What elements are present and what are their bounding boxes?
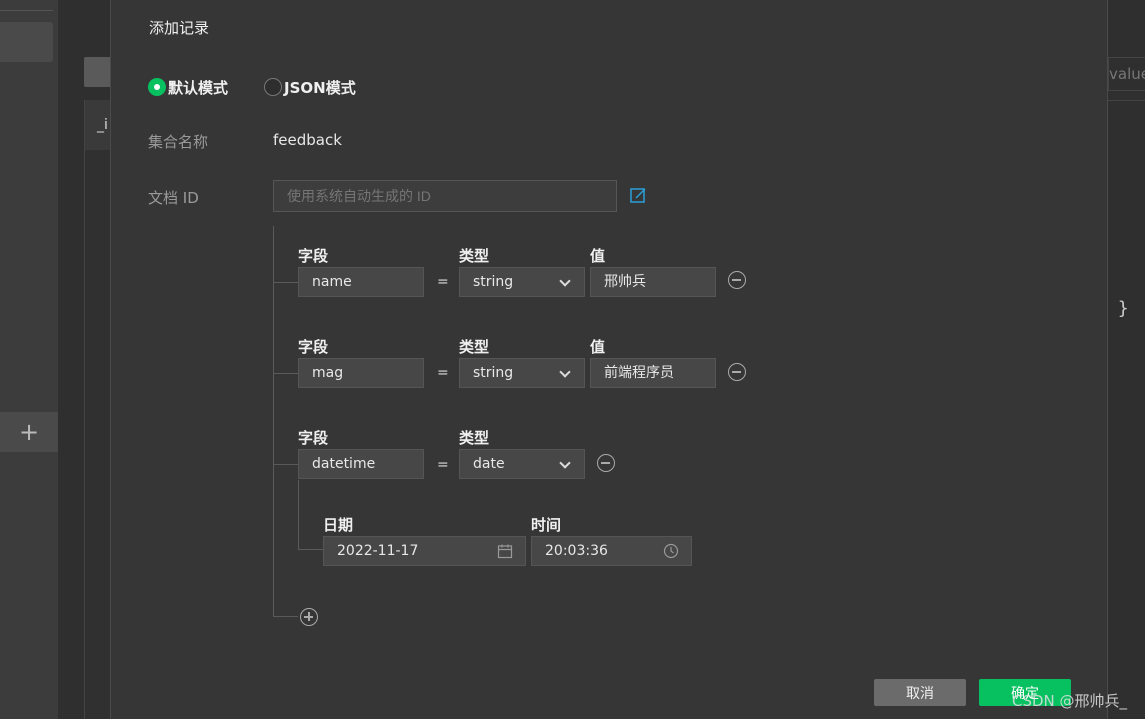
field-header: 字段: [298, 247, 329, 265]
time-value: 20:03:36: [545, 543, 608, 559]
remove-field-icon[interactable]: [728, 271, 746, 289]
field-type-select[interactable]: date: [459, 449, 585, 479]
background-search-input: value: [1108, 57, 1145, 91]
mode-json-radio[interactable]: JSON模式: [264, 77, 356, 97]
background-button: [84, 57, 110, 87]
field-name-input[interactable]: datetime: [298, 449, 424, 479]
field-name-input[interactable]: name: [298, 267, 424, 297]
background-column: _i: [84, 100, 111, 719]
background-panel: _i: [58, 0, 111, 719]
remove-field-icon[interactable]: [597, 454, 615, 472]
field-type-select[interactable]: string: [459, 267, 585, 297]
date-value: 2022-11-17: [337, 543, 419, 559]
collection-name-value: feedback: [273, 131, 342, 149]
field-value-input[interactable]: 前端程序员: [590, 358, 716, 388]
background-brace: }: [1117, 298, 1129, 319]
background-tab: [0, 0, 53, 11]
edit-icon[interactable]: [630, 187, 647, 204]
date-picker-input[interactable]: 2022-11-17: [323, 536, 526, 566]
time-label: 时间: [531, 516, 562, 534]
equals-sign: =: [437, 274, 449, 290]
background-column-header: _i: [85, 100, 111, 150]
field-name-input[interactable]: mag: [298, 358, 424, 388]
mode-default-label: 默认模式: [168, 78, 229, 97]
dialog-title: 添加记录: [149, 19, 210, 37]
tree-line: [273, 226, 274, 616]
mode-default-radio[interactable]: 默认模式: [148, 77, 228, 97]
watermark: CSDN @邢帅兵_: [1012, 692, 1128, 710]
radio-checked-icon: [148, 78, 166, 96]
time-picker-input[interactable]: 20:03:36: [531, 536, 692, 566]
background-add-icon: +: [0, 412, 58, 452]
field-value-input[interactable]: 邢帅兵: [590, 267, 716, 297]
field-type-select[interactable]: string: [459, 358, 585, 388]
calendar-icon: [497, 544, 513, 559]
add-field-icon[interactable]: [300, 608, 318, 626]
cancel-button[interactable]: 取消: [874, 679, 966, 706]
type-header: 类型: [459, 429, 490, 447]
collection-name-label: 集合名称: [148, 133, 209, 151]
remove-field-icon[interactable]: [728, 363, 746, 381]
field-header: 字段: [298, 338, 329, 356]
field-header: 字段: [298, 429, 329, 447]
doc-id-label: 文档 ID: [148, 189, 199, 207]
type-header: 类型: [459, 247, 490, 265]
radio-unchecked-icon: [264, 78, 282, 96]
date-label: 日期: [323, 516, 354, 534]
equals-sign: =: [437, 457, 449, 473]
add-record-dialog: 添加记录 默认模式 JSON模式 集合名称 feedback 文档 ID 字段 …: [110, 0, 1108, 719]
value-header: 值: [590, 338, 606, 356]
mode-json-label: JSON模式: [284, 78, 356, 97]
background-sidebar: +: [0, 0, 58, 719]
background-selected-item: [0, 22, 53, 62]
background-right-panel: value }: [1108, 0, 1145, 719]
doc-id-input[interactable]: [273, 180, 617, 212]
clock-icon: [663, 543, 679, 559]
type-header: 类型: [459, 338, 490, 356]
value-header: 值: [590, 247, 606, 265]
equals-sign: =: [437, 365, 449, 381]
